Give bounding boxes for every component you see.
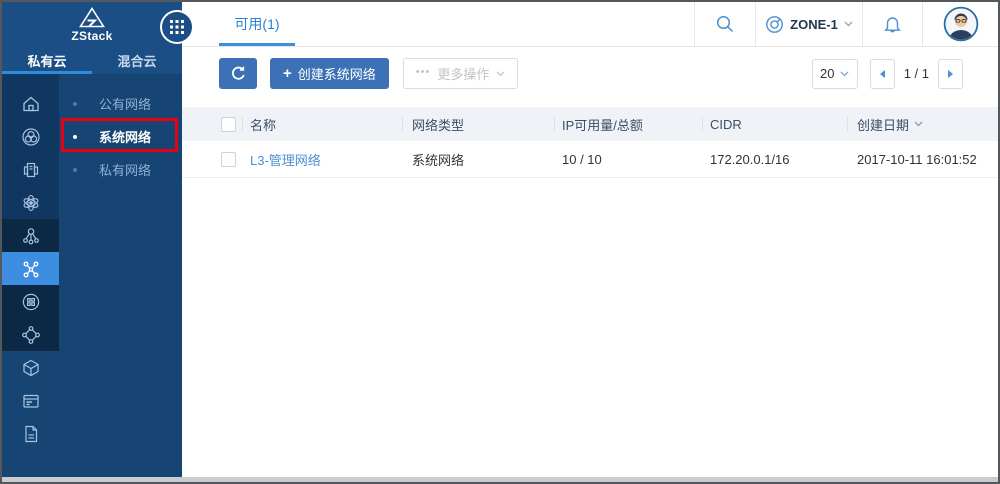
- bullet-icon: [73, 135, 77, 139]
- sidebar-icon-rail: [2, 74, 59, 477]
- search-button[interactable]: [694, 2, 755, 46]
- pagination: 20 1 / 1: [812, 59, 963, 89]
- header-ip-availability[interactable]: IP可用量/总额: [554, 115, 702, 134]
- create-button-label: 创建系统网络: [298, 64, 376, 83]
- rail-group-top: [2, 74, 59, 219]
- chevron-down-icon: [844, 21, 853, 27]
- cube-icon[interactable]: [2, 351, 59, 384]
- sidebar-header: ZStack 私有云 混合云: [2, 2, 182, 74]
- sidebar-item-public-network[interactable]: 公有网络: [59, 87, 182, 120]
- sidebar-item-label: 私有网络: [99, 160, 151, 179]
- zone-name: ZONE-1: [790, 17, 838, 32]
- chevron-down-icon: [840, 71, 849, 77]
- ellipsis-icon: •••: [416, 66, 431, 78]
- atom-icon[interactable]: [2, 186, 59, 219]
- more-actions-label: 更多操作: [437, 64, 489, 83]
- diamond-nodes-icon[interactable]: [2, 318, 59, 351]
- circle-grid-icon[interactable]: [2, 285, 59, 318]
- page-indicator: 1 / 1: [904, 66, 929, 81]
- topbar: 可用(1) ZONE-1: [182, 2, 998, 47]
- page-size-value: 20: [820, 66, 834, 81]
- refresh-button[interactable]: [219, 58, 257, 89]
- cidr-value: 172.20.0.1/16: [702, 152, 847, 167]
- bullet-icon: [73, 102, 77, 106]
- zone-target-icon: [765, 15, 784, 34]
- document-icon[interactable]: [2, 417, 59, 450]
- header-checkbox-cell: [182, 117, 242, 132]
- sidebar: ZStack 私有云 混合云: [2, 2, 182, 477]
- avatar: [943, 6, 979, 42]
- rail-group-network: [2, 219, 59, 351]
- header-name[interactable]: 名称: [242, 115, 402, 134]
- header-created-date[interactable]: 创建日期: [847, 115, 998, 134]
- grid-dots-icon: [170, 20, 184, 34]
- header-created-date-label: 创建日期: [857, 115, 909, 134]
- plus-icon: +: [283, 66, 292, 81]
- left-arrow-icon: [880, 70, 885, 78]
- cloud-mode-tabs: 私有云 混合云: [2, 47, 182, 74]
- sidebar-item-label: 系统网络: [99, 127, 151, 146]
- chevron-down-icon: [496, 71, 505, 77]
- topbar-right: ZONE-1: [694, 2, 998, 46]
- ip-availability-value: 10 / 10: [554, 152, 702, 167]
- right-arrow-icon: [948, 70, 953, 78]
- bell-icon: [883, 14, 902, 34]
- sidebar-item-private-network[interactable]: 私有网络: [59, 153, 182, 186]
- prev-page-button[interactable]: [870, 59, 895, 89]
- sort-chevron-icon: [914, 121, 923, 127]
- window-bottom-edge: [2, 477, 998, 482]
- notifications-button[interactable]: [862, 2, 922, 46]
- home-icon[interactable]: [2, 87, 59, 120]
- refresh-icon: [230, 65, 247, 82]
- tab-private-cloud[interactable]: 私有云: [2, 47, 92, 74]
- table-row[interactable]: L3-管理网络 系统网络 10 / 10 172.20.0.1/16 2017-…: [182, 141, 998, 178]
- tab-available[interactable]: 可用(1): [219, 2, 295, 46]
- next-page-button[interactable]: [938, 59, 963, 89]
- app-window: ZStack 私有云 混合云: [0, 0, 1000, 484]
- account-menu[interactable]: [922, 2, 998, 46]
- panel-lines-icon[interactable]: [2, 384, 59, 417]
- sidebar-item-system-network[interactable]: 系统网络: [59, 120, 182, 153]
- network-nodes-icon[interactable]: [2, 252, 59, 285]
- share-nodes-icon[interactable]: [2, 219, 59, 252]
- row-checkbox-cell: [182, 152, 242, 167]
- create-system-network-button[interactable]: + 创建系统网络: [270, 58, 389, 89]
- toolbar: + 创建系统网络 ••• 更多操作 20 1 / 1: [182, 47, 998, 100]
- venn-circles-icon[interactable]: [2, 120, 59, 153]
- table-header-row: 名称 网络类型 IP可用量/总额 CIDR 创建日期: [182, 107, 998, 141]
- zstack-logo-text: ZStack: [71, 29, 112, 43]
- sidebar-submenu: 公有网络 系统网络 私有网络: [59, 74, 182, 477]
- header-cidr[interactable]: CIDR: [702, 117, 847, 132]
- select-all-checkbox[interactable]: [221, 117, 236, 132]
- rail-group-bottom: [2, 351, 59, 477]
- apps-grid-button[interactable]: [160, 10, 194, 44]
- cabinet-icon[interactable]: [2, 153, 59, 186]
- header-network-type[interactable]: 网络类型: [402, 115, 554, 134]
- zone-selector[interactable]: ZONE-1: [755, 2, 862, 46]
- network-name-link[interactable]: L3-管理网络: [250, 153, 321, 168]
- search-icon: [715, 14, 735, 34]
- sidebar-item-label: 公有网络: [99, 94, 151, 113]
- main-content: 可用(1) ZONE-1: [182, 2, 998, 477]
- row-checkbox[interactable]: [221, 152, 236, 167]
- page-size-select[interactable]: 20: [812, 59, 858, 89]
- zstack-logo-icon: [79, 7, 105, 28]
- tab-hybrid-cloud[interactable]: 混合云: [92, 47, 182, 74]
- network-type-value: 系统网络: [402, 150, 554, 169]
- zstack-logo: ZStack: [2, 2, 182, 47]
- more-actions-dropdown[interactable]: ••• 更多操作: [403, 58, 519, 89]
- bullet-icon: [73, 168, 77, 172]
- created-date-value: 2017-10-11 16:01:52: [847, 152, 998, 167]
